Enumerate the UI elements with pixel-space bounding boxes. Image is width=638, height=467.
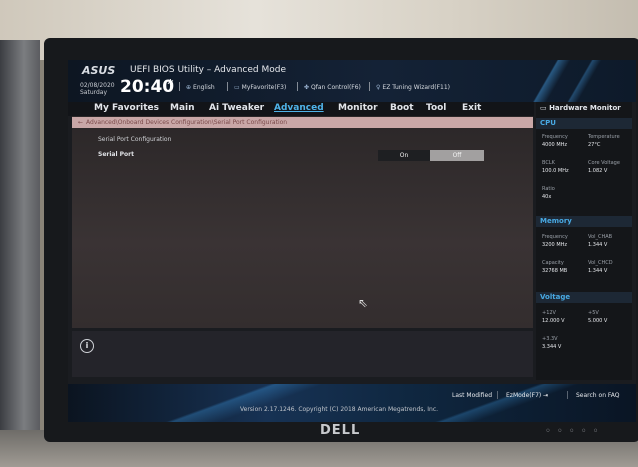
fan-icon: ✤ [304,84,310,91]
vol-chcd-value: 1.344 V [588,268,608,274]
date-value: 02/08/2020 [80,82,115,89]
exit-arrow-icon: ⇥ [541,392,549,399]
menu-ai-tweaker[interactable]: Ai Tweaker [209,103,264,113]
core-voltage-label: Core Voltage [588,160,620,166]
settings-panel: ← Advanced\Onboard Devices Configuration\… [72,116,533,328]
v5-value: 5.000 V [588,318,608,324]
hardware-monitor-label: Hardware Monitor [549,104,621,112]
ezmode-label: EzMode(F7) [506,392,542,399]
toolbar-divider: | [178,82,182,92]
weekday-value: Saturday [80,89,108,96]
bios-title: UEFI BIOS Utility – Advanced Mode [130,65,286,75]
v33-label: +3.3V [542,336,558,342]
breadcrumb-path: Advanced\Onboard Devices Configuration\S… [86,119,288,126]
toolbar-divider: | [296,82,300,92]
v12-label: +12V [542,310,556,316]
main-menu-bar: My Favorites Main Ai Tweaker Advanced Mo… [68,102,534,116]
v12-value: 12.000 V [542,318,565,324]
back-arrow-icon[interactable]: ← [78,119,83,126]
menu-tool[interactable]: Tool [426,103,446,113]
v33-value: 3.344 V [542,344,562,350]
menu-my-favorites[interactable]: My Favorites [94,103,159,113]
menu-exit[interactable]: Exit [462,103,481,113]
toolbar-divider: | [368,82,372,92]
section-title: Serial Port Configuration [98,136,172,143]
myfavorite-label: MyFavorite(F3) [241,84,287,91]
left-background [0,40,40,467]
monitor-buttons: ◦◦◦◦◦ [545,426,605,437]
bclk-value: 100.0 MHz [542,168,569,174]
settings-gear-icon[interactable]: ✲ [167,78,174,87]
menu-main[interactable]: Main [170,103,195,113]
cpu-frequency-label: Frequency [542,134,568,140]
language-button[interactable]: ⊕ English [186,84,215,91]
memory-heading: Memory [536,216,632,227]
hardware-monitor-panel: ▭ Hardware Monitor CPU Frequency Tempera… [536,102,632,380]
cpu-temperature-label: Temperature [588,134,620,140]
serial-port-label: Serial Port [98,151,134,158]
ez-tuning-label: EZ Tuning Wizard(F11) [382,84,450,91]
capacity-value: 32768 MB [542,268,568,274]
time-display: 20:40 [120,77,175,97]
info-icon: i [80,339,94,353]
date-display: 02/08/2020 Saturday [80,82,116,96]
ratio-label: Ratio [542,186,555,192]
bios-screen: ASUS UEFI BIOS Utility – Advanced Mode 0… [68,60,636,422]
serial-port-on-option[interactable]: On [378,150,430,161]
footer-divider: | [566,390,569,399]
bclk-label: BCLK [542,160,555,166]
bios-footer: Last Modified | EzMode(F7) ⇥ | Search on… [68,384,636,422]
bulb-icon: ♀ [376,84,381,91]
ez-tuning-button[interactable]: ♀ EZ Tuning Wizard(F11) [376,84,450,91]
vol-chab-label: Vol_CHAB [588,234,613,240]
toolbar-divider: | [226,82,230,92]
qfan-label: Qfan Control(F6) [311,84,361,91]
version-copyright: Version 2.17.1246. Copyright (C) 2018 Am… [240,406,439,413]
last-modified-button[interactable]: Last Modified [452,392,492,399]
monitor-icon: ▭ [540,104,550,112]
cpu-heading: CPU [536,118,632,129]
hardware-monitor-title: ▭ Hardware Monitor [540,104,621,112]
favorites-icon: ▭ [234,84,240,91]
cpu-temperature-value: 27°C [588,142,601,148]
qfan-control-button[interactable]: ✤ Qfan Control(F6) [304,84,361,91]
language-label: English [193,84,215,91]
mouse-cursor-icon: ⇖ [358,296,369,310]
menu-boot[interactable]: Boot [390,103,414,113]
bios-header: ASUS UEFI BIOS Utility – Advanced Mode 0… [68,60,636,102]
menu-advanced[interactable]: Advanced [274,103,324,113]
asus-logo: ASUS [82,64,116,77]
vol-chcd-label: Vol_CHCD [588,260,613,266]
memory-frequency-value: 3200 MHz [542,242,568,248]
cpu-frequency-value: 4000 MHz [542,142,568,148]
menu-monitor[interactable]: Monitor [338,103,378,113]
ratio-value: 40x [542,194,552,200]
help-info-panel: i [72,331,533,377]
capacity-label: Capacity [542,260,564,266]
myfavorite-button[interactable]: ▭ MyFavorite(F3) [234,84,286,91]
vol-chab-value: 1.344 V [588,242,608,248]
footer-divider: | [496,390,499,399]
globe-icon: ⊕ [186,84,192,91]
core-voltage-value: 1.082 V [588,168,608,174]
ezmode-button[interactable]: EzMode(F7) ⇥ [506,392,548,399]
v5-label: +5V [588,310,599,316]
serial-port-toggle[interactable]: On Off [378,150,484,161]
voltage-heading: Voltage [536,292,632,303]
memory-frequency-label: Frequency [542,234,568,240]
monitor-brand-logo: DELL [320,423,361,438]
breadcrumb[interactable]: ← Advanced\Onboard Devices Configuration\… [72,117,533,128]
serial-port-off-option[interactable]: Off [430,150,484,161]
search-faq-button[interactable]: Search on FAQ [576,392,620,399]
